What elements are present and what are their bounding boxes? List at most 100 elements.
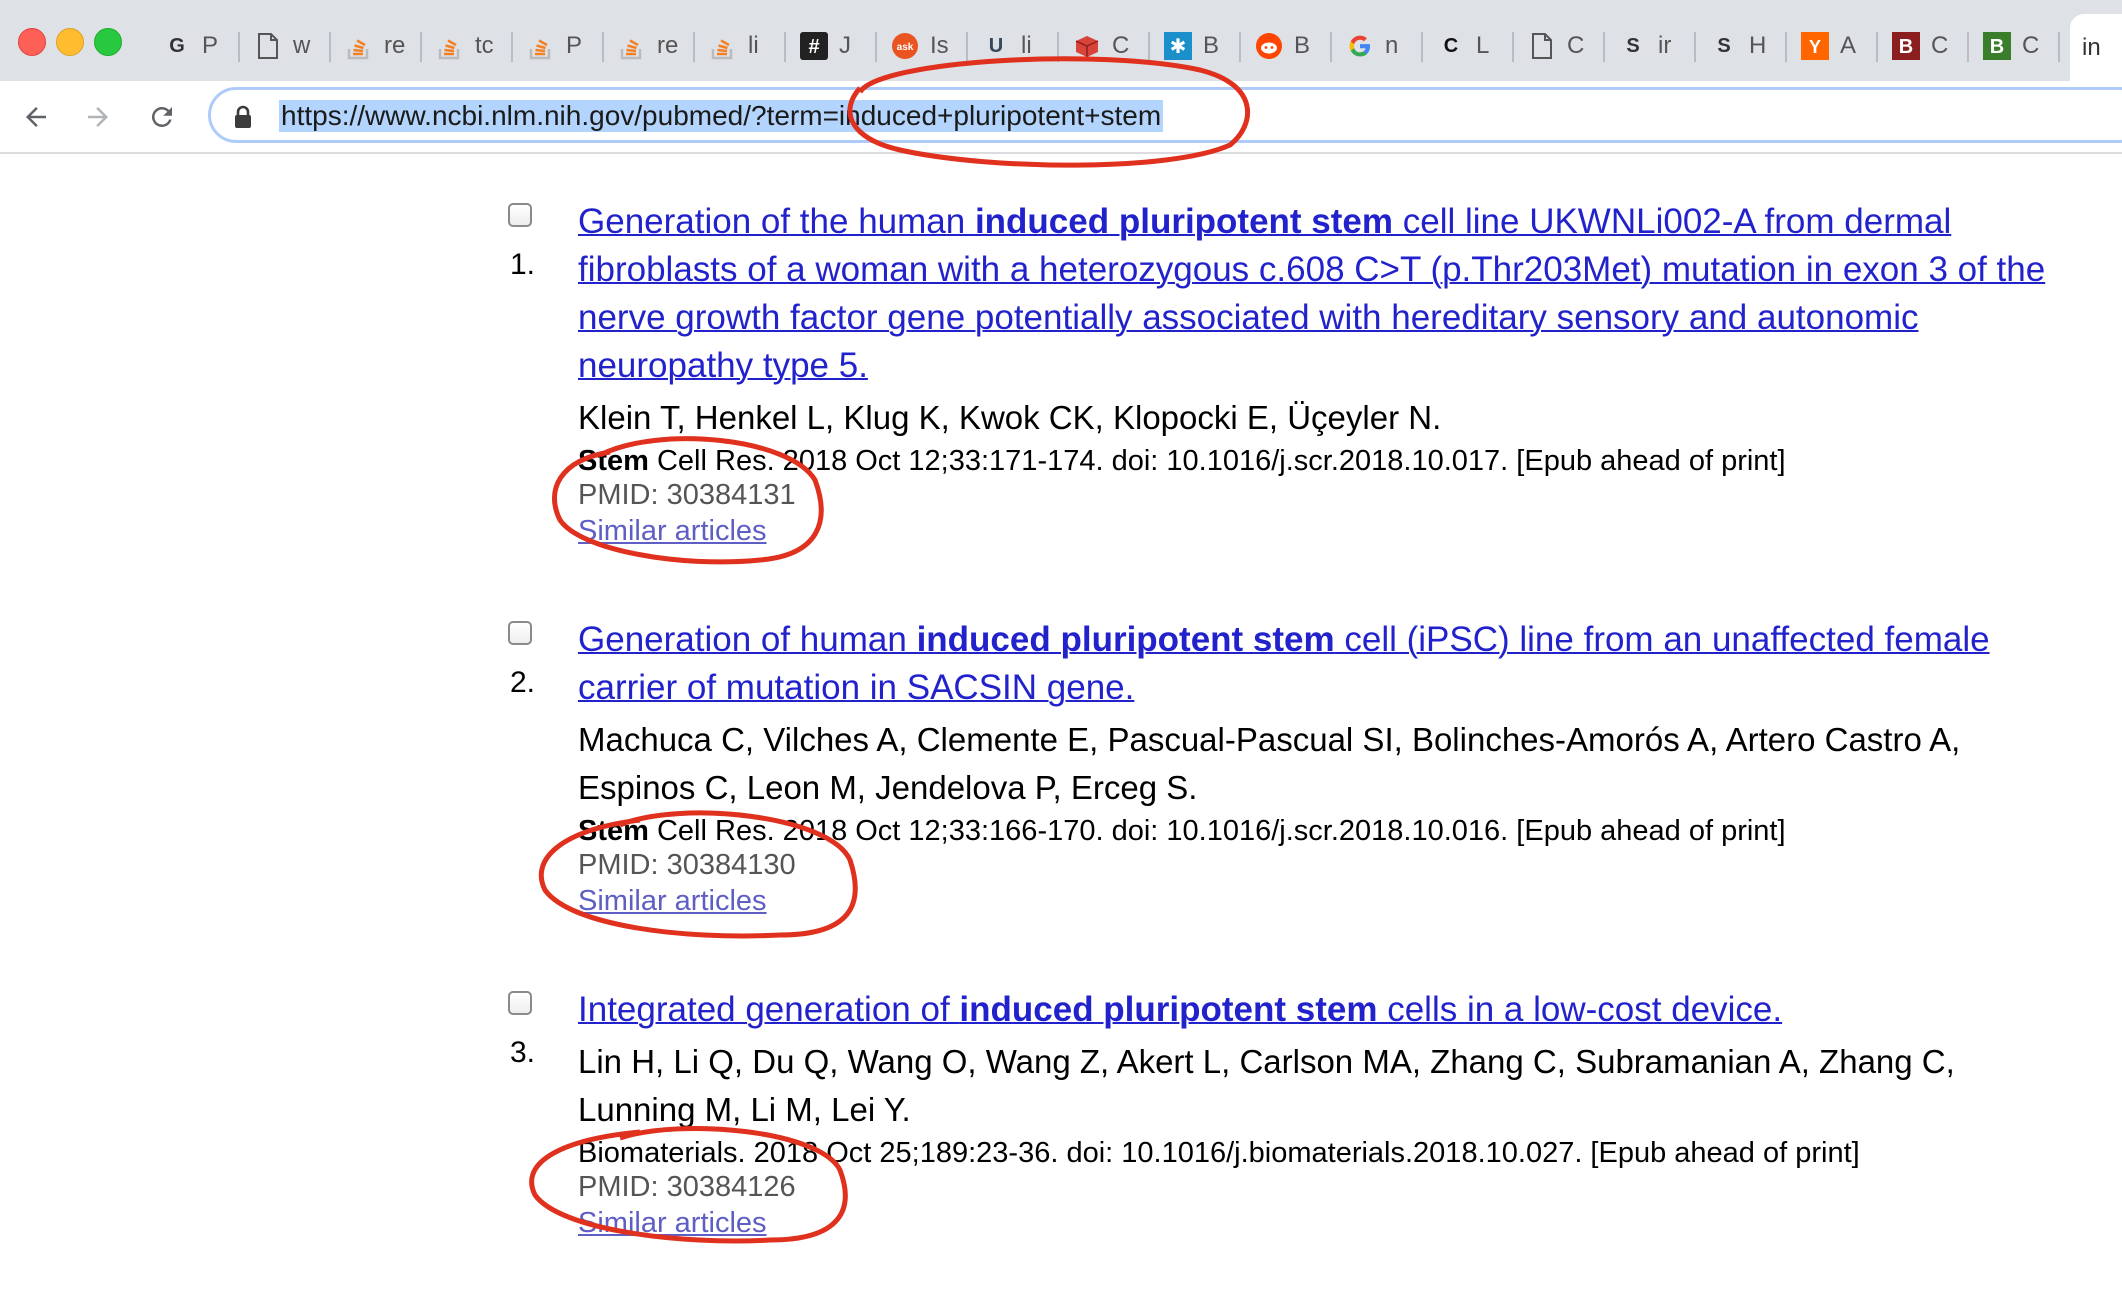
tab[interactable]: Sir	[1606, 22, 1696, 70]
tab-separator	[511, 32, 513, 62]
tab-separator	[1967, 32, 1969, 62]
result-title-line: Generation of human induced pluripotent …	[578, 616, 2098, 664]
arrow-right-icon	[88, 107, 108, 127]
tab[interactable]: # J	[787, 22, 877, 70]
forward-button[interactable]	[76, 95, 120, 139]
tab-title: Is	[930, 32, 949, 59]
svg-text:B: B	[1899, 36, 1913, 58]
tab[interactable]: ask Is	[878, 22, 968, 70]
result-title-link[interactable]: Generation of the human induced pluripot…	[578, 198, 2098, 390]
tab-separator	[238, 32, 240, 62]
result-select-checkbox[interactable]	[508, 203, 532, 227]
journal-abbrev: Stem	[578, 445, 649, 477]
tab-title: J	[839, 32, 851, 59]
tab[interactable]: ✱ B	[1151, 22, 1241, 70]
highlighted-search-term: induced pluripotent stem	[959, 990, 1378, 1029]
tab-title: w	[293, 32, 311, 59]
tab-title: li	[748, 32, 759, 59]
title-text: neuropathy type 5.	[578, 346, 868, 385]
tab[interactable]: B	[1242, 22, 1332, 70]
title-text: cells in a low-cost device.	[1377, 990, 1783, 1029]
tab[interactable]: w	[241, 22, 331, 70]
svg-text:#: #	[808, 36, 819, 58]
svg-text:ask: ask	[897, 42, 914, 53]
tab-title: H	[1749, 32, 1767, 59]
result-citation: Biomaterials. 2018 Oct 25;189:23-36. doi…	[578, 1136, 1860, 1170]
result-authors: Espinos C, Leon M, Jendelova P, Erceg S.	[578, 769, 1198, 806]
tab[interactable]: SH	[1697, 22, 1787, 70]
tab-active[interactable]: in	[2070, 14, 2122, 81]
stackoverflow-icon	[344, 31, 374, 61]
tab[interactable]: P	[514, 22, 604, 70]
result-select-checkbox[interactable]	[508, 991, 532, 1015]
close-window-button[interactable]	[18, 28, 46, 56]
tab[interactable]: GP	[150, 22, 240, 70]
arrow-left-icon	[26, 107, 46, 127]
journal-abbrev: Stem	[578, 815, 649, 847]
result-authors: Machuca C, Vilches A, Clemente E, Pascua…	[578, 721, 1961, 758]
title-text: Integrated generation of	[578, 990, 960, 1029]
result-title-link[interactable]: Generation of human induced pluripotent …	[578, 616, 2098, 712]
tab[interactable]: BC	[1970, 22, 2060, 70]
tab[interactable]: Uli	[969, 22, 1059, 70]
unix-icon: U	[988, 34, 1004, 57]
tab-separator	[1239, 32, 1241, 62]
minimize-window-button[interactable]	[56, 28, 84, 56]
back-button[interactable]	[14, 95, 58, 139]
tab[interactable]: C	[1060, 22, 1150, 70]
citation-text: Biomaterials. 2018 Oct 25;189:23-36. doi…	[578, 1137, 1860, 1169]
stackoverflow-icon	[708, 31, 738, 61]
bookmark-b-icon: B	[1982, 31, 2012, 61]
tab[interactable]: BC	[1879, 22, 1969, 70]
title-text: carrier of mutation in SACSIN gene.	[578, 668, 1135, 707]
tab-separator	[693, 32, 695, 62]
tab[interactable]: n	[1333, 22, 1423, 70]
result-title-line: Integrated generation of induced pluripo…	[578, 986, 2098, 1034]
tab-separator	[329, 32, 331, 62]
result-pmid: PMID: 30384130	[578, 849, 796, 881]
tab-title: P	[566, 32, 583, 59]
tab-separator	[1057, 32, 1059, 62]
result-select-checkbox[interactable]	[508, 621, 532, 645]
tab-separator	[420, 32, 422, 62]
similar-articles-link[interactable]: Similar articles	[578, 514, 767, 548]
maximize-window-button[interactable]	[94, 28, 122, 56]
tab-title: ir	[1658, 32, 1672, 59]
askubuntu-icon: ask	[890, 31, 920, 61]
tab[interactable]: tc	[423, 22, 513, 70]
tab[interactable]: li	[696, 22, 786, 70]
result-title-link[interactable]: Integrated generation of induced pluripo…	[578, 986, 2098, 1034]
url-text[interactable]: https://www.ncbi.nlm.nih.gov/pubmed/?ter…	[279, 100, 1164, 132]
tab[interactable]: re	[605, 22, 695, 70]
tab[interactable]: C	[1515, 22, 1605, 70]
tab-title: re	[657, 32, 679, 59]
title-text: Generation of human	[578, 620, 917, 659]
reload-icon	[151, 106, 172, 127]
tab-title: C	[1112, 32, 1130, 59]
title-text: fibroblasts of a woman with a heterozygo…	[578, 250, 2046, 289]
similar-articles-link[interactable]: Similar articles	[578, 1206, 767, 1240]
tab-title: li	[1021, 32, 1032, 59]
tab-strip: G Pw re tc Pre li # Jask Is Uli C ✱ B Bn C L C Sir S H Y A B C B…	[0, 0, 2122, 81]
tab[interactable]: YA	[1788, 22, 1878, 70]
tab-separator	[602, 32, 604, 62]
result-title-line: neuropathy type 5.	[578, 342, 2098, 390]
tab-separator	[1785, 32, 1787, 62]
tab-title: in	[2082, 33, 2101, 61]
reload-button[interactable]	[140, 95, 184, 139]
result-citation: Stem Cell Res. 2018 Oct 12;33:166-170. d…	[578, 814, 1786, 848]
tab-separator	[1330, 32, 1332, 62]
tab[interactable]: re	[332, 22, 422, 70]
address-bar[interactable]: https://www.ncbi.nlm.nih.gov/pubmed/?ter…	[208, 87, 2122, 143]
tab-title: C	[1567, 32, 1585, 59]
result-title-line: carrier of mutation in SACSIN gene.	[578, 664, 2098, 712]
svg-text:B: B	[1990, 36, 2004, 58]
tab-title: L	[1476, 32, 1490, 59]
document-icon	[253, 31, 283, 61]
result-authors: Lunning M, Li M, Lei Y.	[578, 1091, 911, 1128]
ycombinator-icon: Y	[1800, 31, 1830, 61]
tab[interactable]: CL	[1424, 22, 1514, 70]
hashtag-icon: #	[799, 31, 829, 61]
similar-articles-link[interactable]: Similar articles	[578, 884, 767, 918]
tab-title: B	[1203, 32, 1220, 59]
